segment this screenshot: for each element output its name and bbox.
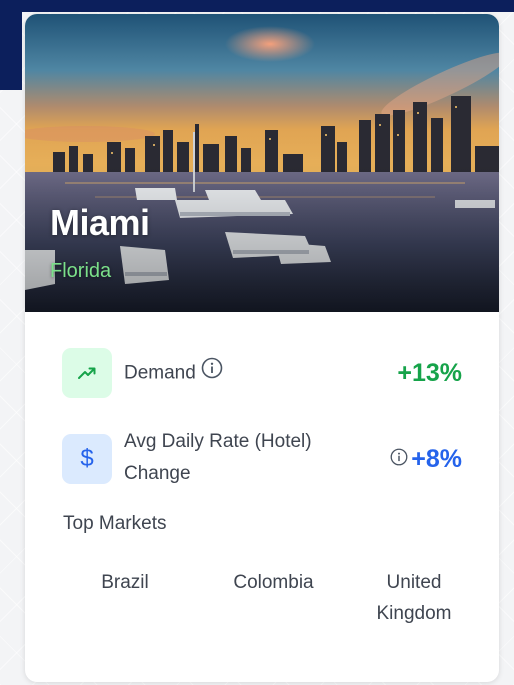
destination-card[interactable]: Miami Florida Demand +13% $ Avg Daily Ra…: [25, 14, 499, 682]
dollar-icon: $: [62, 434, 112, 484]
top-markets-list: Brazil Colombia United Kingdom: [62, 567, 469, 629]
adr-change-label: Avg Daily Rate (Hotel) Change: [124, 431, 312, 484]
trend-up-icon: [62, 348, 112, 398]
market-item: United Kingdom: [376, 572, 452, 624]
city-hero-image: Miami Florida: [25, 14, 499, 312]
info-icon[interactable]: [390, 448, 408, 471]
demand-value: +13%: [397, 358, 462, 387]
top-markets-heading: Top Markets: [63, 513, 167, 534]
demand-label-text: Demand: [124, 362, 196, 384]
demand-label: Demand: [124, 357, 223, 390]
city-name: Miami: [50, 202, 150, 243]
adr-change-value: +8%: [411, 444, 462, 473]
info-icon[interactable]: [201, 357, 223, 390]
market-item: Brazil: [101, 572, 149, 593]
adr-change-metric-row: $ Avg Daily Rate (Hotel) Change +8%: [62, 426, 462, 492]
background-header-strip: [0, 0, 514, 12]
state-name: Florida: [50, 260, 112, 282]
background-side-strip: [0, 0, 22, 90]
demand-metric-row: Demand +13%: [62, 347, 462, 399]
market-item: Colombia: [233, 572, 314, 593]
